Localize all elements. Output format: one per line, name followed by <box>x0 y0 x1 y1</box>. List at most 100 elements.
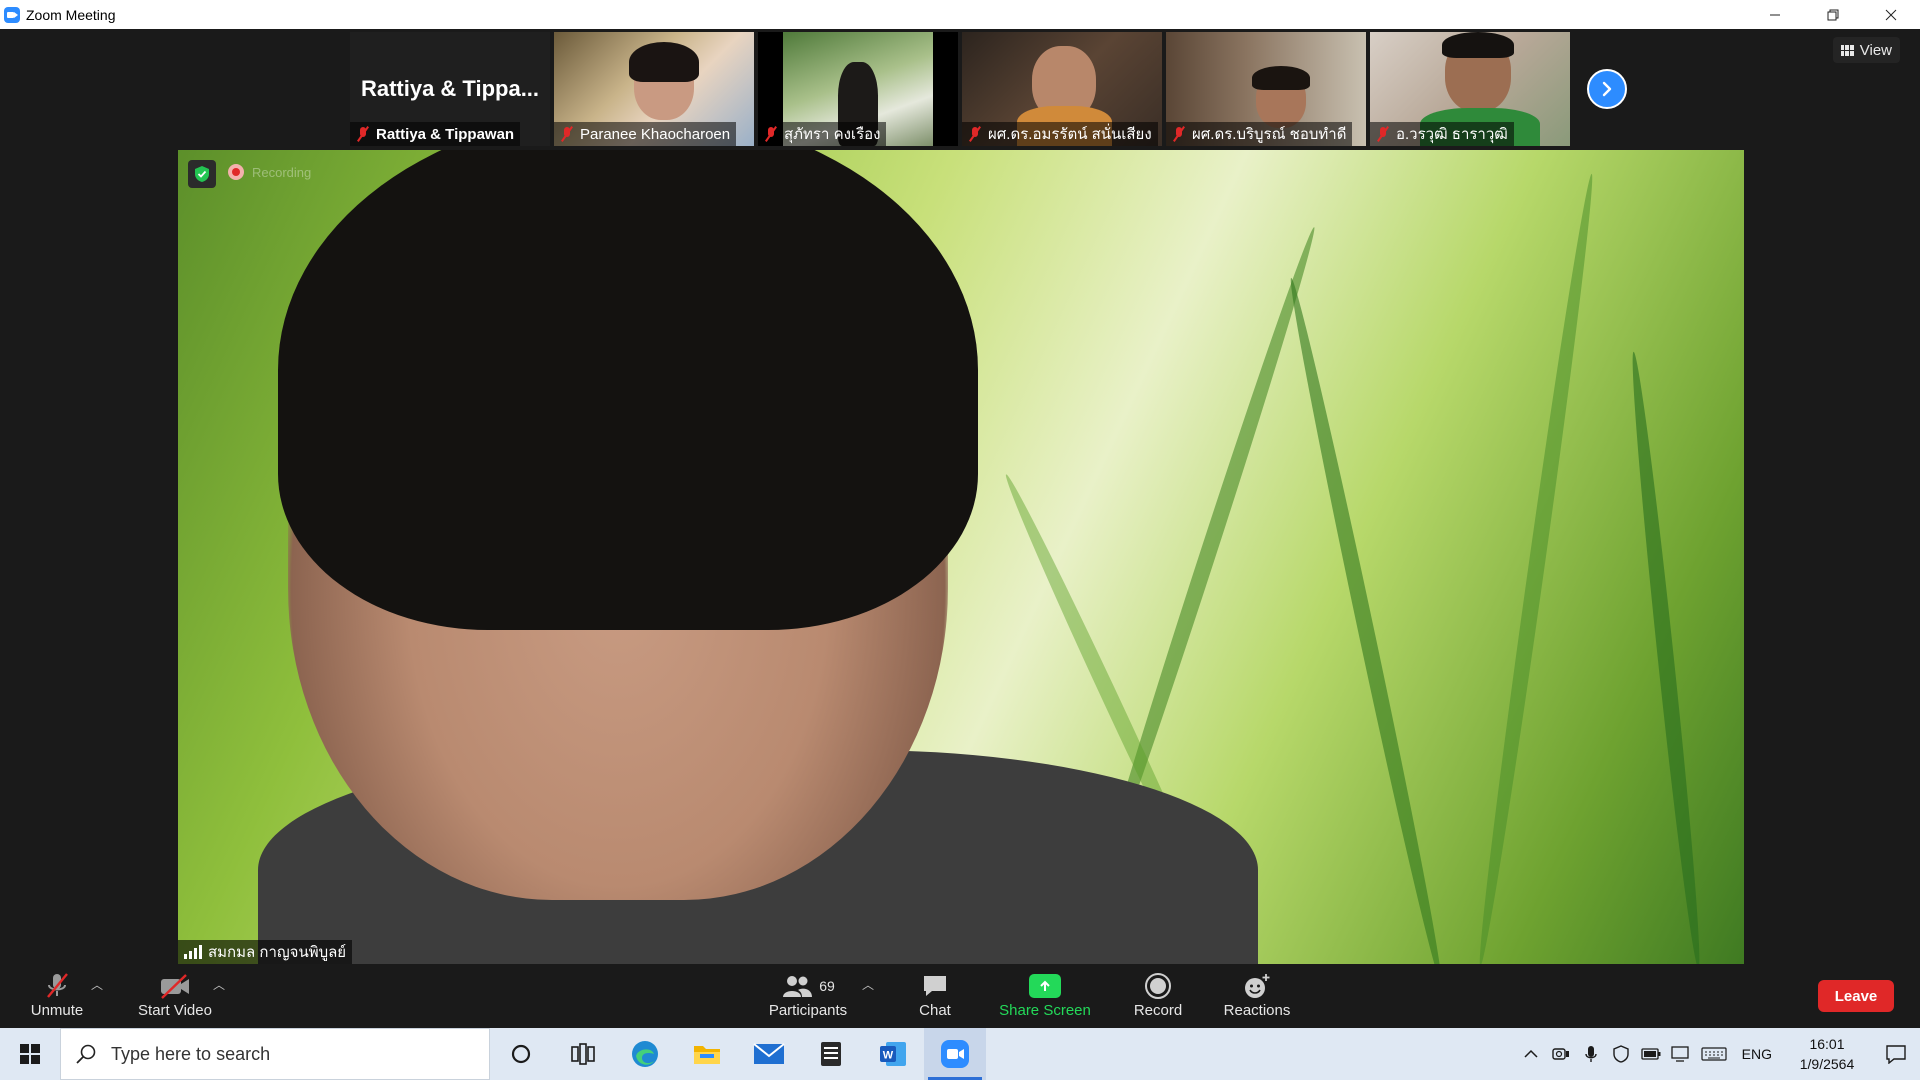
svg-text:W: W <box>883 1050 894 1062</box>
mic-off-icon <box>560 126 574 142</box>
camera-tray-button[interactable] <box>1546 1028 1576 1080</box>
mail-icon <box>753 1043 785 1064</box>
participant-tile[interactable]: ผศ.ดร.บริบูรณ์ ชอบทำดี <box>1166 32 1366 146</box>
participants-label: Participants <box>768 1002 848 1019</box>
video-options-caret-icon[interactable]: ︿ <box>213 976 225 993</box>
share-screen-label: Share Screen <box>999 1002 1091 1019</box>
task-view-button[interactable] <box>552 1028 614 1080</box>
background-grass <box>1472 172 1600 964</box>
show-hidden-icons-button[interactable] <box>1516 1028 1546 1080</box>
record-label: Record <box>1133 1002 1183 1019</box>
unmute-button[interactable]: Unmute <box>25 970 89 1026</box>
participant-tile[interactable]: Paranee Khaocharoen <box>554 32 754 146</box>
taskbar-search-input[interactable]: Type here to search <box>60 1028 490 1080</box>
audio-options-caret-icon[interactable]: ︿ <box>91 976 103 993</box>
reactions-label: Reactions <box>1223 1002 1291 1019</box>
participant-tile[interactable]: ผศ.ดร.อมรรัตน์ สนั่นเสียง <box>962 32 1162 146</box>
share-screen-button[interactable]: Share Screen <box>995 970 1095 1026</box>
close-button[interactable] <box>1862 0 1920 29</box>
zoom-app-icon <box>4 6 20 23</box>
chevron-up-icon <box>1524 1049 1538 1058</box>
leave-button[interactable]: Leave <box>1818 980 1894 1012</box>
reactions-icon <box>1242 970 1272 1002</box>
chevron-right-icon <box>1602 81 1612 97</box>
participant-label: ผศ.ดร.บริบูรณ์ ชอบทำดี <box>1166 122 1353 146</box>
reactions-button[interactable]: Reactions <box>1220 970 1294 1026</box>
microphone-tray-button[interactable] <box>1576 1028 1606 1080</box>
view-label: View <box>1859 41 1892 59</box>
start-video-label: Start Video <box>138 1002 212 1019</box>
cortana-icon <box>511 1044 531 1064</box>
chat-label: Chat <box>919 1002 951 1019</box>
participant-name: อ.วรวุฒิ ธาราวุฒิ <box>1396 126 1508 143</box>
next-page-button[interactable] <box>1587 69 1627 109</box>
camera-icon <box>1551 1048 1569 1060</box>
record-icon <box>1144 970 1172 1002</box>
battery-icon <box>1641 1048 1661 1060</box>
system-tray: ENG 16:01 1/9/2564 <box>1516 1028 1920 1080</box>
battery-tray-button[interactable] <box>1636 1028 1666 1080</box>
participant-hair <box>629 42 699 82</box>
signal-strength-icon <box>184 945 202 959</box>
taskbar-clock[interactable]: 16:01 1/9/2564 <box>1782 1028 1872 1080</box>
recording-indicator: Recording <box>228 164 311 180</box>
participants-icon <box>783 976 813 997</box>
active-speaker-label: สมกมล กาญจนพิบูลย์ <box>178 940 353 964</box>
word-icon: W <box>880 1042 906 1066</box>
participant-count: 69 <box>819 978 835 994</box>
share-screen-icon-wrap <box>1029 970 1061 1002</box>
notepad-icon <box>821 1042 841 1066</box>
participant-label: อ.วรวุฒิ ธาราวุฒิ <box>1370 122 1514 146</box>
video-off-icon <box>158 970 192 1002</box>
participant-name: Rattiya & Tippawan <box>376 125 515 143</box>
restore-button[interactable] <box>1804 0 1862 29</box>
participant-name: ผศ.ดร.บริบูรณ์ ชอบทำดี <box>1192 126 1347 143</box>
speaker-hair <box>278 150 978 630</box>
view-button[interactable]: View <box>1832 37 1900 63</box>
edge-icon <box>632 1041 658 1067</box>
participant-hair <box>1252 66 1310 90</box>
minimize-button[interactable] <box>1746 0 1804 29</box>
restore-icon <box>1827 9 1839 20</box>
participants-icon-wrap: 69 <box>781 970 835 1002</box>
participant-display-title: Rattiya & Tippa... <box>360 76 540 101</box>
participants-caret-icon[interactable]: ︿ <box>862 976 874 993</box>
start-button[interactable] <box>0 1028 60 1080</box>
search-placeholder: Type here to search <box>111 1043 271 1064</box>
record-button[interactable]: Record <box>1130 970 1186 1026</box>
cortana-button[interactable] <box>490 1028 552 1080</box>
taskbar-edge[interactable] <box>614 1028 676 1080</box>
windows-taskbar: Type here to search W ENG 16:01 1/9/2564 <box>0 1028 1920 1080</box>
microphone-icon <box>1584 1046 1597 1062</box>
participant-tile[interactable]: อ.วรวุฒิ ธาราวุฒิ <box>1370 32 1570 146</box>
taskbar-word[interactable]: W <box>862 1028 924 1080</box>
mic-off-icon <box>1172 126 1186 142</box>
meeting-area: View Rattiya & Tippa... Rattiya & Tippaw… <box>0 29 1920 964</box>
windows-logo-icon <box>20 1044 40 1064</box>
input-language-button[interactable]: ENG <box>1732 1046 1782 1062</box>
zoom-icon <box>941 1040 969 1068</box>
start-video-button[interactable]: Start Video <box>135 970 215 1026</box>
taskbar-zoom[interactable] <box>924 1028 986 1080</box>
security-tray-button[interactable] <box>1606 1028 1636 1080</box>
action-center-button[interactable] <box>1872 1028 1920 1080</box>
network-icon <box>1671 1046 1689 1062</box>
shield-icon <box>195 166 209 182</box>
background-grass <box>1283 276 1449 964</box>
keyboard-icon <box>1701 1047 1727 1061</box>
encryption-badge[interactable] <box>188 160 216 188</box>
network-tray-button[interactable] <box>1666 1028 1696 1080</box>
participant-tile[interactable]: สุภัทรา คงเรือง <box>758 32 958 146</box>
taskbar-notepad[interactable] <box>800 1028 862 1080</box>
taskbar-mail[interactable] <box>738 1028 800 1080</box>
chat-button[interactable]: Chat <box>910 970 960 1026</box>
folder-icon <box>694 1046 720 1064</box>
touch-keyboard-button[interactable] <box>1696 1028 1732 1080</box>
record-dot-icon <box>228 164 244 180</box>
clock-date: 1/9/2564 <box>1799 1056 1855 1072</box>
minimize-icon <box>1770 14 1780 15</box>
participants-button[interactable]: 69 Participants <box>760 970 856 1026</box>
participant-tile[interactable]: Rattiya & Tippa... Rattiya & Tippawan <box>350 32 550 146</box>
taskbar-file-explorer[interactable] <box>676 1028 738 1080</box>
meeting-toolbar: Unmute ︿ Start Video ︿ 69 Participants ︿ <box>0 964 1920 1028</box>
